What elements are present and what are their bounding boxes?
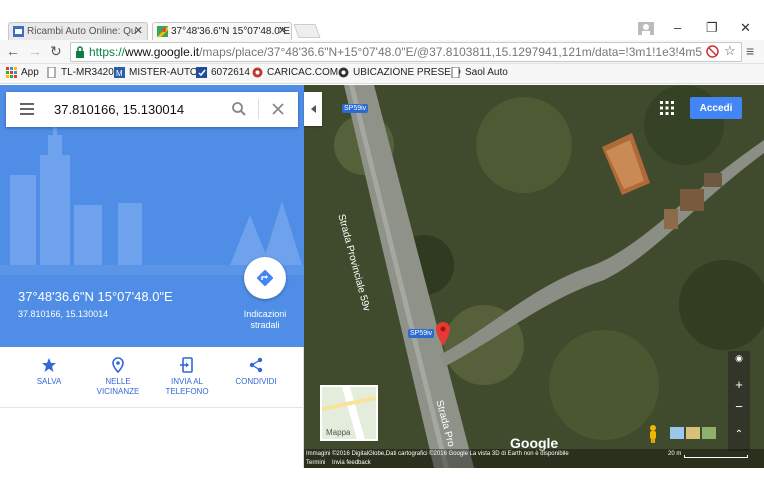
panel-divider xyxy=(0,407,304,408)
svg-text:M: M xyxy=(116,69,123,78)
directions-label[interactable]: Indicazioni stradali xyxy=(236,309,294,331)
search-icon[interactable] xyxy=(232,102,246,116)
share-icon xyxy=(249,357,263,373)
bookmark-star-icon[interactable]: ☆ xyxy=(724,43,736,59)
terms-link[interactable]: Termini xyxy=(306,460,325,466)
tilt-icon[interactable]: ⌃ xyxy=(728,429,750,440)
satellite-map[interactable]: SP59iv SP59iv Strada Provinciale 59v Str… xyxy=(304,85,764,468)
bookmark-app[interactable]: App xyxy=(6,67,39,78)
feedback-link[interactable]: Invia feedback xyxy=(332,460,371,466)
tab-strip: Ricambi Auto Online: Qu ✕ 37°48'36.6"N 1… xyxy=(0,0,764,40)
place-panel: 37.810166, 15.130014 37°48'36.6"N 15°07'… xyxy=(0,85,304,468)
bookmark-label: Saol Auto xyxy=(465,67,508,78)
scale-bar xyxy=(684,455,748,458)
user-profile-icon[interactable] xyxy=(638,22,654,35)
send-to-phone-action[interactable]: INVIA AL TELEFONO xyxy=(155,357,219,397)
star-icon xyxy=(42,358,56,372)
my-location-icon[interactable]: ◉ xyxy=(728,353,750,364)
bookmark-label: CARICAC.COM xyxy=(267,67,339,78)
minimize-icon[interactable]: – xyxy=(674,20,681,35)
sign-in-button[interactable]: Accedi xyxy=(690,97,742,119)
action-label: CONDIVIDI xyxy=(235,377,277,386)
action-label: NELLE VICINANZE xyxy=(96,377,140,396)
bookmark-caricac[interactable]: CARICAC.COM xyxy=(252,67,338,78)
search-input[interactable]: 37.810166, 15.130014 xyxy=(54,102,184,117)
map-controls: ◉ + − ⌃ xyxy=(728,351,750,451)
map-footer-links: Termini Invia feedback xyxy=(304,459,764,468)
mister-auto-icon: M xyxy=(114,67,125,78)
page-favicon-icon xyxy=(13,26,24,37)
address-bar[interactable]: https://www.google.it/maps/place/37°48'3… xyxy=(70,42,742,62)
reload-icon[interactable]: ↻ xyxy=(50,43,62,60)
pegman-icon[interactable] xyxy=(648,425,658,443)
url-scheme: https:// xyxy=(89,45,126,59)
bookmark-ubicazione[interactable]: UBICAZIONE PRESE D xyxy=(338,67,461,78)
forward-icon[interactable]: → xyxy=(28,43,42,59)
nearby-pin-icon xyxy=(112,357,124,373)
place-title: 37°48'36.6"N 15°07'48.0"E xyxy=(18,289,173,304)
tab-title: Ricambi Auto Online: Qu xyxy=(27,26,137,37)
tab-ricambi[interactable]: Ricambi Auto Online: Qu ✕ xyxy=(8,22,148,40)
blocked-popup-icon[interactable] xyxy=(706,45,719,58)
action-label: INVIA AL TELEFONO xyxy=(165,377,209,396)
place-hero: 37.810166, 15.130014 37°48'36.6"N 15°07'… xyxy=(0,85,304,347)
lock-icon xyxy=(76,46,84,58)
menu-icon[interactable]: ≡ xyxy=(746,43,754,59)
zoom-out-button[interactable]: − xyxy=(728,399,750,414)
tab-maps[interactable]: 37°48'36.6"N 15°07'48.0"E ✕ xyxy=(152,22,292,40)
bookmark-mister-auto[interactable]: M MISTER-AUTO xyxy=(114,67,198,78)
imagery-thumbnails-icon[interactable] xyxy=(670,427,716,439)
tab-close-icon[interactable]: ✕ xyxy=(134,24,143,37)
apps-grid-icon xyxy=(6,67,17,78)
bookmark-saol-auto[interactable]: Saol Auto xyxy=(450,67,508,78)
collapse-panel-button[interactable] xyxy=(304,92,322,126)
page-bottom xyxy=(0,468,764,492)
cog-logo-icon xyxy=(252,67,263,78)
share-action[interactable]: CONDIVIDI xyxy=(224,357,288,387)
google-apps-icon[interactable] xyxy=(660,101,674,115)
bookmark-label: 6072614 xyxy=(211,67,250,78)
bookmark-label: TL-MR3420 xyxy=(61,67,114,78)
page-icon xyxy=(451,67,460,78)
page-icon xyxy=(47,67,56,78)
bookmark-6072614[interactable]: 6072614 xyxy=(196,67,250,78)
directions-button[interactable] xyxy=(244,257,286,299)
zoom-in-button[interactable]: + xyxy=(728,377,750,392)
save-action[interactable]: SALVA xyxy=(17,357,81,387)
tab-title: 37°48'36.6"N 15°07'48.0"E xyxy=(171,26,291,37)
map-view-toggle[interactable]: Mappa xyxy=(320,385,378,441)
map-scale: 20 m xyxy=(668,451,682,457)
hamburger-menu-icon[interactable] xyxy=(20,103,34,115)
restore-icon[interactable]: ❐ xyxy=(706,20,718,36)
bookmark-label: UBICAZIONE PRESE D xyxy=(353,67,461,78)
window-close-icon[interactable]: ✕ xyxy=(740,20,751,36)
url-host: www.google.it xyxy=(125,45,200,59)
close-icon[interactable] xyxy=(272,103,284,115)
road-badge: SP59iv xyxy=(408,329,435,338)
location-pin-icon[interactable] xyxy=(435,322,451,346)
place-decimal-coords: 37.810166, 15.130014 xyxy=(18,309,109,319)
maps-favicon-icon xyxy=(157,26,168,37)
bookmarks-bar: App TL-MR3420 M MISTER-AUTO 6072614 CARI… xyxy=(0,64,764,84)
bookmark-tl-mr3420[interactable]: TL-MR3420 xyxy=(46,67,114,78)
action-label: SALVA xyxy=(36,377,62,386)
bookmark-icon xyxy=(196,67,207,78)
directions-icon xyxy=(257,270,273,286)
bookmark-label: App xyxy=(21,67,39,78)
search-box[interactable]: 37.810166, 15.130014 xyxy=(6,92,298,127)
tab-close-icon[interactable]: ✕ xyxy=(278,24,287,37)
cog-logo-icon xyxy=(338,67,349,78)
send-to-phone-icon xyxy=(180,357,193,373)
nearby-action[interactable]: NELLE VICINANZE xyxy=(86,357,150,397)
map-view-label: Mappa xyxy=(326,428,351,437)
bookmark-label: MISTER-AUTO xyxy=(129,67,198,78)
new-tab-button[interactable] xyxy=(293,24,321,38)
search-divider xyxy=(258,99,259,119)
road-badge: SP59iv xyxy=(342,104,369,113)
browser-toolbar: ← → ↻ https://www.google.it/maps/place/3… xyxy=(0,40,764,64)
chevron-left-icon xyxy=(310,105,316,113)
back-icon[interactable]: ← xyxy=(6,43,20,59)
url-path: /maps/place/37°48'36.6"N+15°07'48.0"E/@3… xyxy=(199,45,703,59)
